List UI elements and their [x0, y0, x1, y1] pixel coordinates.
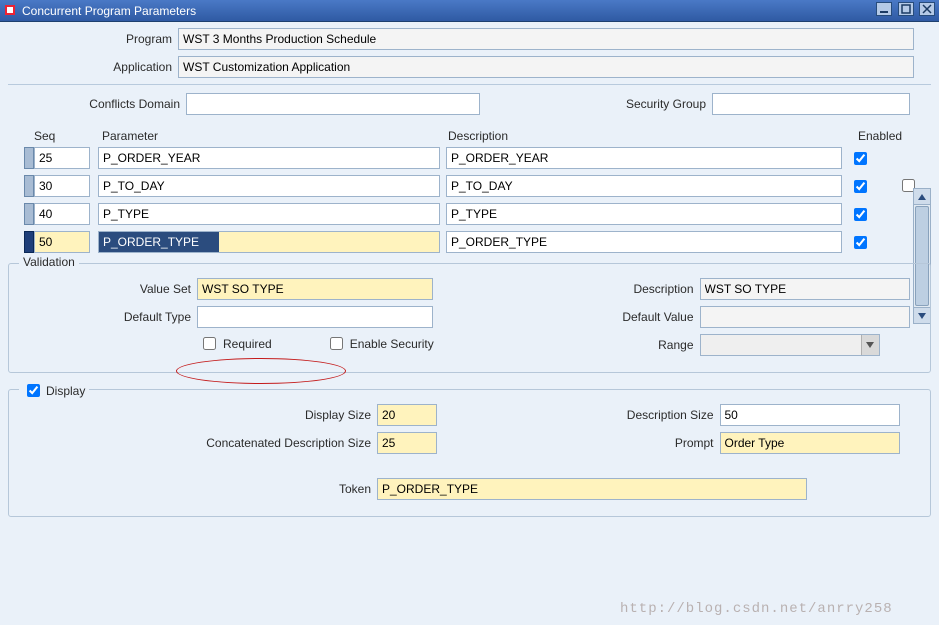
security-group-field[interactable] [712, 93, 910, 115]
display-legend: Display [46, 384, 85, 398]
validation-frame: Validation Value Set Default Type Req [8, 263, 931, 373]
seq-field[interactable] [34, 231, 90, 253]
required-label: Required [223, 337, 272, 351]
seq-field[interactable] [34, 203, 90, 225]
token-field[interactable] [377, 478, 807, 500]
validation-desc-field[interactable] [700, 278, 910, 300]
row-handle[interactable] [24, 147, 34, 169]
desc-size-field[interactable] [720, 404, 900, 426]
parameter-desc-field[interactable] [446, 203, 842, 225]
enabled-header: Enabled [858, 129, 902, 143]
range-combo[interactable] [700, 334, 880, 356]
value-set-label: Value Set [17, 282, 197, 296]
default-value-label: Default Value [470, 310, 700, 324]
seq-header: Seq [34, 129, 92, 143]
program-field[interactable] [178, 28, 914, 50]
prompt-field[interactable] [720, 432, 900, 454]
parameter-row [24, 203, 931, 225]
seq-field[interactable] [34, 147, 90, 169]
conflicts-domain-field[interactable] [186, 93, 480, 115]
enabled-checkbox[interactable] [854, 208, 867, 221]
required-checkbox-wrap[interactable]: Required [199, 334, 272, 353]
concat-desc-size-label: Concatenated Description Size [17, 436, 377, 450]
scroll-up-button[interactable] [914, 189, 930, 205]
concat-desc-size-field[interactable] [377, 432, 437, 454]
value-set-field[interactable] [197, 278, 433, 300]
parameter-field[interactable] [98, 147, 440, 169]
app-icon [4, 4, 18, 18]
application-field[interactable] [178, 56, 914, 78]
prompt-label: Prompt [470, 436, 720, 450]
enabled-checkbox[interactable] [854, 180, 867, 193]
validation-legend: Validation [23, 255, 75, 269]
row-handle[interactable] [24, 231, 34, 253]
default-value-field[interactable] [700, 306, 910, 328]
enable-security-checkbox-wrap[interactable]: Enable Security [326, 334, 434, 353]
token-label: Token [17, 482, 377, 496]
parameter-field[interactable] [98, 175, 440, 197]
parameter-field[interactable] [98, 203, 440, 225]
display-toggle-checkbox[interactable] [27, 384, 40, 397]
application-label: Application [8, 60, 178, 74]
security-group-label: Security Group [480, 97, 712, 111]
divider [8, 84, 931, 85]
default-type-field[interactable] [197, 306, 433, 328]
enable-security-label: Enable Security [350, 337, 434, 351]
parameter-field[interactable] [98, 231, 440, 253]
minimize-button[interactable] [876, 2, 892, 16]
parameter-desc-field[interactable] [446, 231, 842, 253]
parameter-desc-field[interactable] [446, 175, 842, 197]
range-label: Range [470, 338, 700, 352]
window-title: Concurrent Program Parameters [22, 4, 196, 18]
row-handle[interactable] [24, 203, 34, 225]
parameter-desc-field[interactable] [446, 147, 842, 169]
close-button[interactable] [919, 2, 935, 16]
row-handle[interactable] [24, 175, 34, 197]
default-type-label: Default Type [17, 310, 197, 324]
display-size-field[interactable] [377, 404, 437, 426]
validation-desc-label: Description [470, 282, 700, 296]
conflicts-domain-label: Conflicts Domain [8, 97, 186, 111]
seq-field[interactable] [34, 175, 90, 197]
display-size-label: Display Size [17, 408, 377, 422]
titlebar: Concurrent Program Parameters [0, 0, 939, 22]
enabled-checkbox[interactable] [854, 236, 867, 249]
window-controls [874, 2, 935, 19]
parameter-row [24, 147, 931, 169]
enable-security-checkbox[interactable] [330, 337, 343, 350]
watermark-text: http://blog.csdn.net/anrry258 [620, 601, 893, 617]
program-label: Program [8, 32, 178, 46]
display-frame: Display Display Size Concatenated Descri… [8, 389, 931, 517]
enabled-checkbox[interactable] [854, 152, 867, 165]
chevron-down-icon [861, 335, 879, 355]
restore-button[interactable] [898, 2, 914, 16]
parameter-row [24, 175, 931, 197]
parameter-header: Parameter [102, 129, 442, 143]
required-checkbox[interactable] [203, 337, 216, 350]
parameter-row [24, 231, 931, 253]
desc-size-label: Description Size [470, 408, 720, 422]
description-header: Description [448, 129, 846, 143]
